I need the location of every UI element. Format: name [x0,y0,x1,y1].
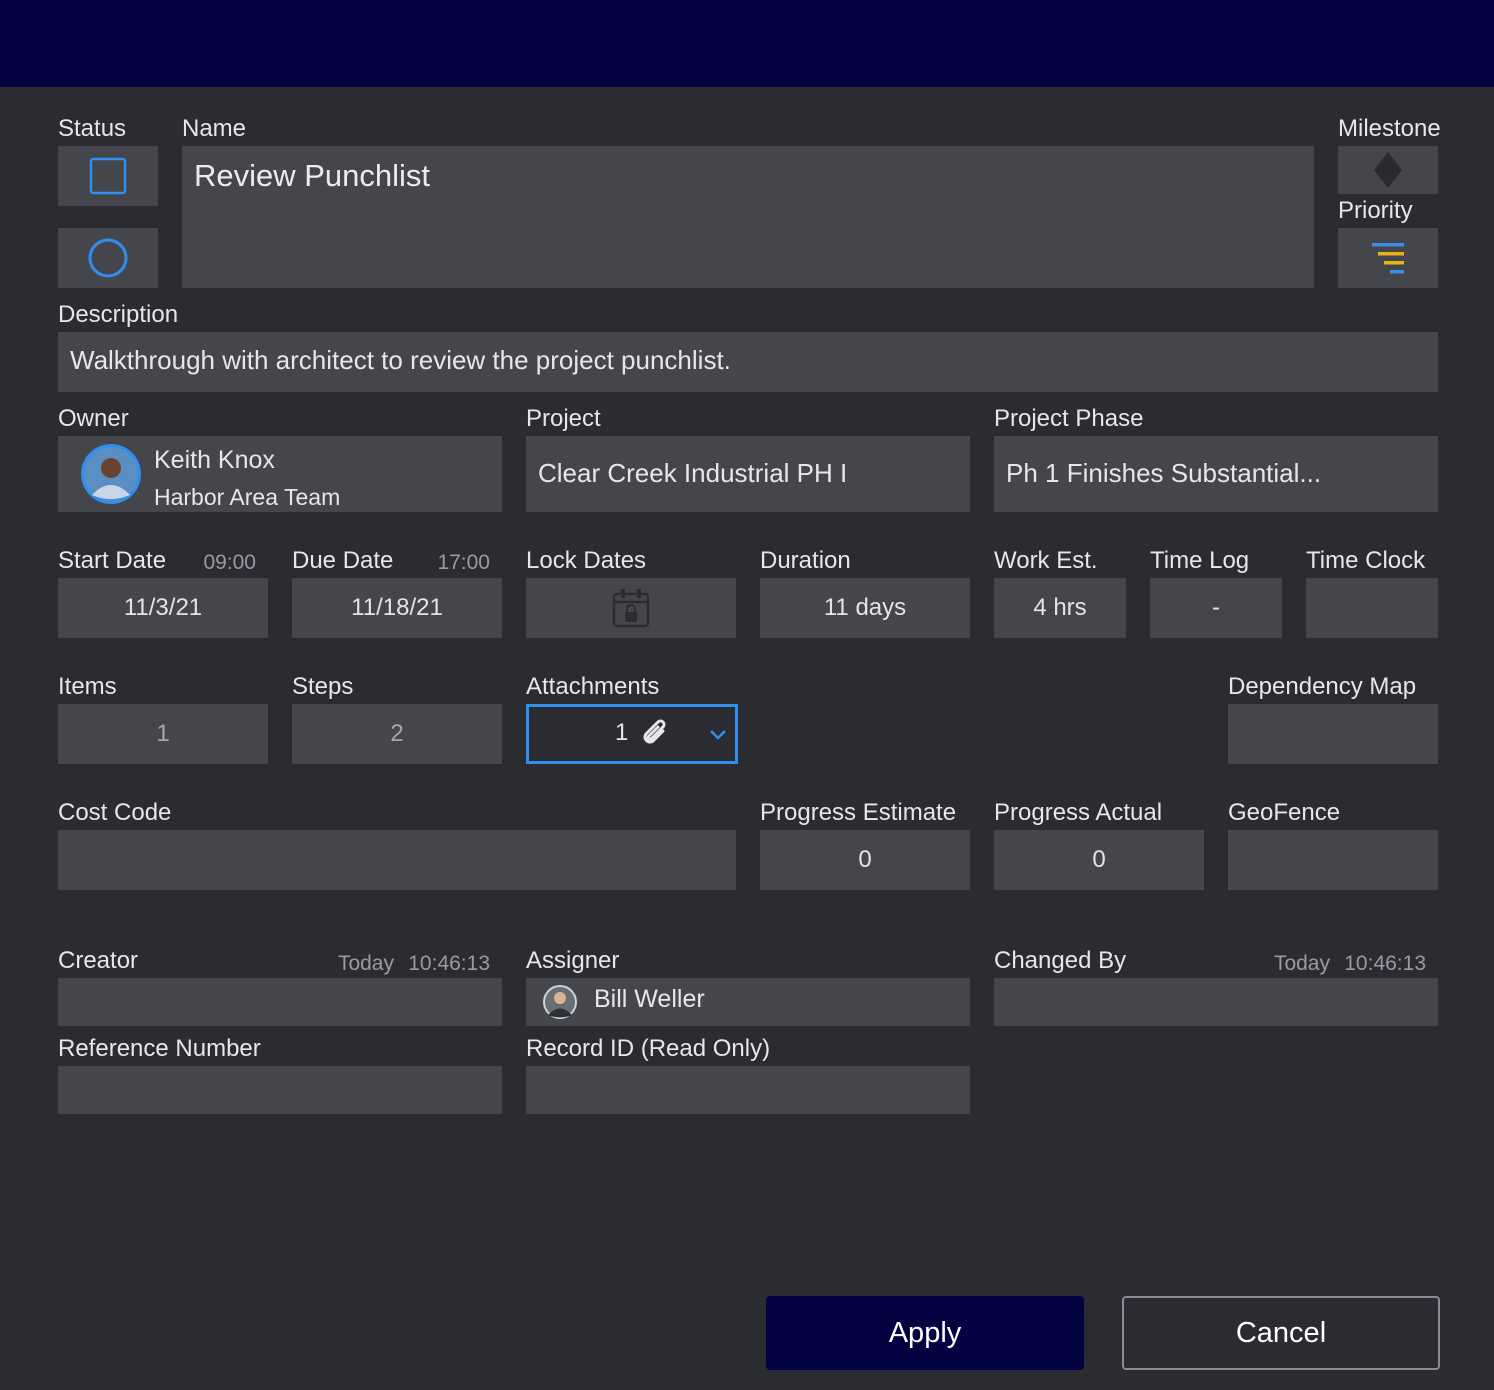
items-label: Items [58,673,117,700]
chevron-down-icon[interactable] [709,729,727,741]
apply-button[interactable]: Apply [766,1296,1084,1370]
name-label: Name [182,115,247,142]
geofence-label: GeoFence [1228,799,1341,826]
work-est-field[interactable]: 4 hrs [994,578,1126,638]
project-label: Project [526,405,601,432]
duration-label: Duration [760,547,851,574]
geofence-field[interactable] [1228,830,1438,890]
start-date-field[interactable]: 11/3/21 [58,578,268,638]
paperclip-icon [643,719,666,744]
attachments-label: Attachments [526,673,660,700]
attachments-value: 1 [615,719,629,746]
work-est-label: Work Est. [994,547,1098,574]
items-field[interactable]: 1 [58,704,268,764]
attachments-dropdown[interactable]: 1 [526,704,738,764]
name-value: Review Punchlist [194,158,431,193]
progress-actual-field[interactable]: 0 [994,830,1204,890]
time-log-value: - [1212,594,1220,621]
creator-label: Creator [58,947,139,974]
milestone-label: Milestone [1338,115,1441,142]
cost-code-field[interactable] [58,830,736,890]
progress-actual-value: 0 [1092,846,1106,873]
due-date-value: 11/18/21 [351,594,443,621]
calendar-lock-icon [612,589,650,628]
owner-label: Owner [58,405,129,432]
changed-by-label: Changed By [994,947,1127,974]
circle-icon [88,238,128,278]
avatar [543,985,577,1019]
project-phase-label: Project Phase [994,405,1144,432]
due-time: 17:00 [437,551,490,574]
owner-name: Keith Knox [154,446,275,474]
record-id-field [526,1066,970,1114]
project-phase-value: Ph 1 Finishes Substantial... [1006,458,1322,488]
duration-value: 11 days [823,594,907,621]
reference-number-label: Reference Number [58,1035,261,1062]
priority-label: Priority [1338,197,1413,224]
milestone-toggle[interactable] [1338,146,1438,194]
description-value: Walkthrough with architect to review the… [70,345,731,375]
description-label: Description [58,301,179,328]
priority-selector[interactable] [1338,228,1438,288]
steps-value: 2 [390,720,404,747]
reference-number-field[interactable] [58,1066,502,1114]
work-est-value: 4 hrs [1033,594,1087,621]
project-field[interactable]: Clear Creek Industrial PH I [526,436,970,512]
project-phase-field[interactable]: Ph 1 Finishes Substantial... [994,436,1438,512]
record-id-label: Record ID (Read Only) [526,1035,771,1062]
creator-field[interactable] [58,978,502,1026]
project-value: Clear Creek Industrial PH I [538,458,848,488]
steps-field[interactable]: 2 [292,704,502,764]
creator-day: Today [337,952,394,975]
progress-estimate-label: Progress Estimate [760,799,957,826]
start-date-value: 11/3/21 [123,594,203,621]
owner-team: Harbor Area Team [154,484,341,510]
progress-actual-label: Progress Actual [994,799,1163,826]
dependency-map-label: Dependency Map [1228,673,1417,700]
owner-field[interactable]: Keith Knox Harbor Area Team [58,436,502,512]
changed-day: Today [1273,952,1330,975]
time-clock-label: Time Clock [1306,547,1426,574]
changed-by-field[interactable] [994,978,1438,1026]
progress-estimate-value: 0 [858,846,872,873]
lock-dates-label: Lock Dates [526,547,647,574]
status-circle-toggle[interactable] [58,228,158,288]
avatar [81,444,141,504]
title-bar [0,0,1494,87]
assigner-name: Bill Weller [594,985,705,1013]
cancel-button[interactable]: Cancel [1122,1296,1440,1370]
name-field[interactable]: Review Punchlist [182,146,1314,288]
square-checkbox-icon [89,157,127,195]
cost-code-label: Cost Code [58,799,172,826]
duration-field[interactable]: 11 days [760,578,970,638]
time-log-label: Time Log [1150,547,1250,574]
items-value: 1 [156,720,170,747]
progress-estimate-field[interactable]: 0 [760,830,970,890]
description-field[interactable]: Walkthrough with architect to review the… [58,332,1438,392]
due-date-field[interactable]: 11/18/21 [292,578,502,638]
status-checkbox[interactable] [58,146,158,206]
assigner-field[interactable]: Bill Weller [526,978,970,1026]
status-label: Status [58,115,127,142]
start-time: 09:00 [203,551,256,574]
assigner-label: Assigner [526,947,620,974]
diamond-icon [1374,152,1402,188]
time-log-field[interactable]: - [1150,578,1282,638]
steps-label: Steps [292,673,354,700]
due-date-label: Due Date [292,547,394,574]
lock-dates-toggle[interactable] [526,578,736,638]
dependency-map-field[interactable] [1228,704,1438,764]
changed-time: 10:46:13 [1344,952,1426,975]
priority-filter-icon [1372,243,1404,274]
start-date-label: Start Date [58,547,167,574]
time-clock-field[interactable] [1306,578,1438,638]
creator-time: 10:46:13 [408,952,490,975]
